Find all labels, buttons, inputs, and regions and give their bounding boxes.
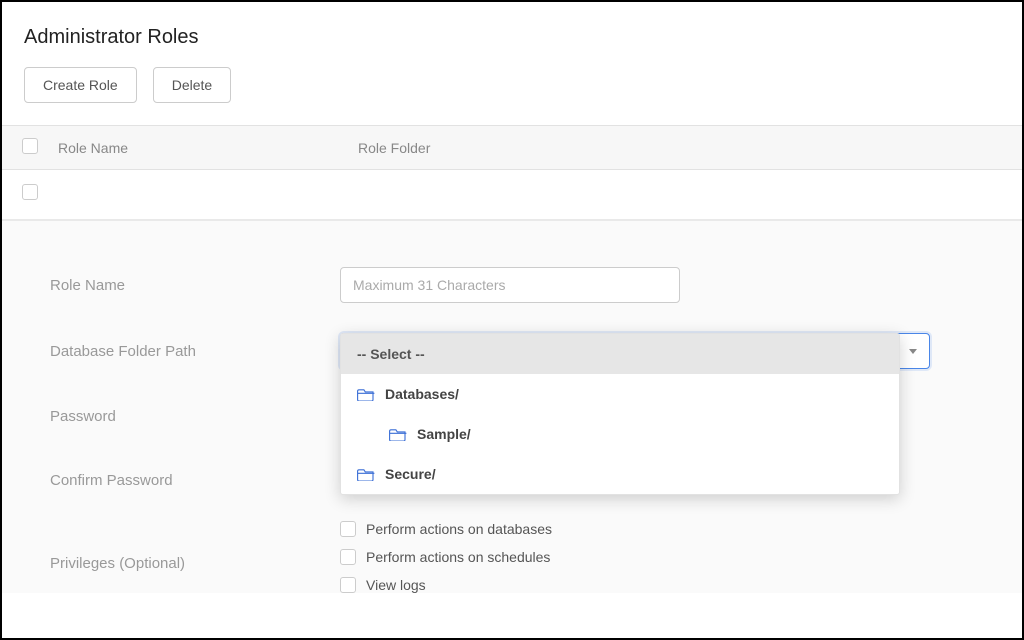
privilege-text: Perform actions on databases (366, 521, 552, 537)
form-panel: Role Name Database Folder Path -- Select… (2, 220, 1022, 593)
dropdown-option-databases[interactable]: Databases/ (341, 374, 899, 414)
page-title: Administrator Roles (24, 26, 1000, 49)
privilege-option[interactable]: Perform actions on databases (340, 521, 552, 537)
password-label: Password (50, 408, 340, 425)
privilege-checkbox[interactable] (340, 549, 356, 565)
privilege-text: View logs (366, 577, 426, 593)
folder-path-dropdown: -- Select -- Databases/ Sample/ (340, 333, 900, 495)
delete-button[interactable]: Delete (153, 67, 231, 103)
privilege-option[interactable]: Perform actions on schedules (340, 549, 552, 565)
select-all-checkbox[interactable] (22, 138, 38, 154)
privilege-text: Perform actions on schedules (366, 549, 550, 565)
folder-icon (357, 387, 375, 401)
toolbar: Create Role Delete (24, 67, 1000, 103)
privilege-option[interactable]: View logs (340, 577, 552, 593)
dropdown-option-label: Secure/ (385, 466, 436, 482)
privilege-checkbox[interactable] (340, 521, 356, 537)
privilege-checkbox[interactable] (340, 577, 356, 593)
dropdown-option-label: Sample/ (417, 426, 471, 442)
chevron-down-icon (909, 349, 917, 354)
privileges-label: Privileges (Optional) (50, 555, 340, 572)
table-header: Role Name Role Folder (2, 125, 1022, 170)
dropdown-option-label: Databases/ (385, 386, 459, 402)
role-name-input[interactable] (340, 267, 680, 303)
column-role-folder: Role Folder (358, 140, 1002, 156)
dropdown-option-secure[interactable]: Secure/ (341, 454, 899, 494)
column-role-name: Role Name (58, 140, 358, 156)
table-row (2, 170, 1022, 220)
dropdown-option-sample[interactable]: Sample/ (341, 414, 899, 454)
dropdown-header: -- Select -- (341, 334, 899, 374)
folder-icon (389, 427, 407, 441)
create-role-button[interactable]: Create Role (24, 67, 137, 103)
role-name-label: Role Name (50, 277, 340, 294)
row-checkbox[interactable] (22, 184, 38, 200)
folder-icon (357, 467, 375, 481)
folder-path-label: Database Folder Path (50, 343, 340, 360)
confirm-password-label: Confirm Password (50, 472, 340, 489)
